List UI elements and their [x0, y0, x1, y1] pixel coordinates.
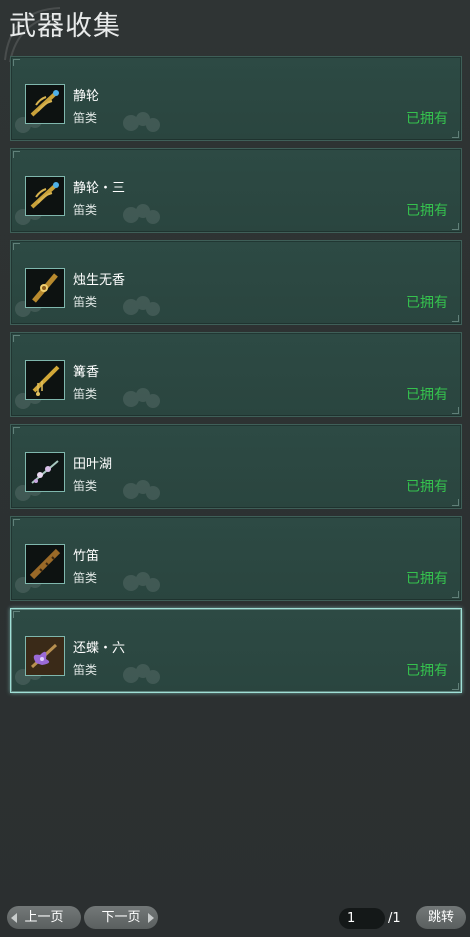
- weapon-card[interactable]: 烛生无香 笛类 已拥有: [10, 240, 462, 325]
- card-corner-ornament: [13, 427, 20, 434]
- golden-flute-with-blue-gem-icon: [25, 84, 65, 124]
- weapon-type: 笛类: [73, 387, 98, 401]
- card-corner-ornament: [13, 519, 20, 526]
- weapon-card-selected[interactable]: 还蝶・六 笛类 已拥有: [10, 608, 462, 693]
- card-corner-ornament: [452, 315, 459, 322]
- weapon-list: 静轮 笛类 已拥有 静轮・三 笛类 已拥有 烛生无香 笛类 已拥有 篝香 笛类 …: [10, 56, 464, 700]
- weapon-type: 笛类: [73, 295, 98, 309]
- weapon-card[interactable]: 竹笛 笛类 已拥有: [10, 516, 462, 601]
- bamboo-flute-icon: [25, 544, 65, 584]
- flower-watermark: [123, 112, 160, 132]
- next-page-label: 下一页: [101, 910, 141, 925]
- page-title: 武器收集: [9, 11, 121, 42]
- flower-branch-flute-icon: [25, 452, 65, 492]
- ornate-gold-flute-icon: [25, 268, 65, 308]
- next-page-button[interactable]: 下一页: [84, 906, 158, 929]
- flower-watermark: [123, 572, 160, 592]
- gold-flute-with-tassel-icon: [25, 360, 65, 400]
- owned-status: 已拥有: [406, 387, 448, 403]
- prev-page-button[interactable]: 上一页: [7, 906, 81, 929]
- card-corner-ornament: [13, 59, 20, 66]
- golden-flute-with-blue-gem-icon: [25, 176, 65, 216]
- card-corner-ornament: [452, 591, 459, 598]
- flower-watermark: [123, 204, 160, 224]
- card-corner-ornament: [452, 683, 459, 690]
- card-corner-ornament: [13, 611, 20, 618]
- flower-watermark: [123, 296, 160, 316]
- weapon-card[interactable]: 静轮 笛类 已拥有: [10, 56, 462, 141]
- purple-butterfly-flute-icon: [25, 636, 65, 676]
- owned-status: 已拥有: [406, 203, 448, 219]
- weapon-card[interactable]: 篝香 笛类 已拥有: [10, 332, 462, 417]
- chevron-right-icon: [148, 913, 154, 923]
- weapon-type: 笛类: [73, 663, 98, 677]
- weapon-type: 笛类: [73, 571, 98, 585]
- jump-button[interactable]: 跳转: [416, 906, 466, 929]
- weapon-name: 还蝶・六: [73, 641, 126, 656]
- prev-page-label: 上一页: [24, 910, 64, 925]
- card-corner-ornament: [452, 499, 459, 506]
- owned-status: 已拥有: [406, 111, 448, 127]
- flower-watermark: [123, 388, 160, 408]
- total-pages: /1: [388, 911, 401, 926]
- weapon-name: 静轮・三: [73, 181, 126, 196]
- card-corner-ornament: [452, 223, 459, 230]
- weapon-name: 烛生无香: [73, 273, 126, 288]
- weapon-type: 笛类: [73, 111, 98, 125]
- owned-status: 已拥有: [406, 571, 448, 587]
- weapon-name: 竹笛: [73, 549, 100, 564]
- card-corner-ornament: [452, 407, 459, 414]
- weapon-card[interactable]: 田叶湖 笛类 已拥有: [10, 424, 462, 509]
- pagination-bar: 上一页 下一页 1 /1 跳转: [0, 905, 470, 931]
- owned-status: 已拥有: [406, 295, 448, 311]
- flower-watermark: [123, 664, 160, 684]
- weapon-name: 田叶湖: [73, 457, 113, 472]
- weapon-card[interactable]: 静轮・三 笛类 已拥有: [10, 148, 462, 233]
- owned-status: 已拥有: [406, 663, 448, 679]
- card-corner-ornament: [13, 243, 20, 250]
- card-corner-ornament: [452, 131, 459, 138]
- weapon-name: 篝香: [73, 365, 100, 380]
- card-corner-ornament: [13, 335, 20, 342]
- flower-watermark: [123, 480, 160, 500]
- weapon-name: 静轮: [73, 89, 100, 104]
- page-number-input[interactable]: 1: [339, 908, 385, 929]
- weapon-type: 笛类: [73, 203, 98, 217]
- owned-status: 已拥有: [406, 479, 448, 495]
- card-corner-ornament: [13, 151, 20, 158]
- chevron-left-icon: [11, 913, 17, 923]
- weapon-type: 笛类: [73, 479, 98, 493]
